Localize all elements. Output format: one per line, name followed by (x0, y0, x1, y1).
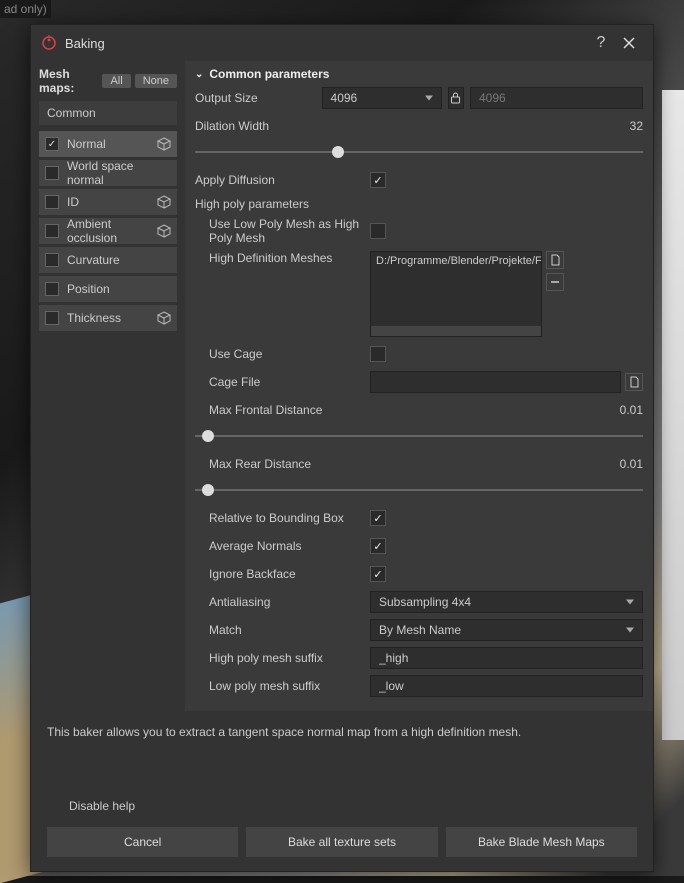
help-text: This baker allows you to extract a tange… (47, 725, 637, 739)
cage-file-browse-button[interactable] (625, 373, 643, 391)
lock-aspect-button[interactable] (448, 87, 464, 109)
label-hd-meshes: High Definition Meshes (195, 251, 370, 265)
max-frontal-value: 0.01 (603, 403, 643, 417)
label-output-size: Output Size (195, 91, 322, 105)
meshmaps-label: Mesh maps: (39, 67, 98, 95)
sidebar-item-label: World space normal (67, 159, 155, 187)
label-max-frontal: Max Frontal Distance (195, 403, 370, 417)
dilation-value: 32 (603, 119, 643, 133)
sidebar-item-checkbox[interactable] (45, 137, 59, 151)
sidebar-item-world-space-normal[interactable]: World space normal (39, 160, 177, 186)
cube-icon (155, 224, 171, 238)
slider-handle[interactable] (332, 146, 344, 158)
chevron-down-icon: ⌄ (195, 69, 203, 80)
output-size-y-input[interactable] (470, 87, 643, 109)
max-rear-slider[interactable] (195, 479, 643, 501)
dialog-titlebar: Baking ? (31, 25, 653, 61)
section-title: Common parameters (209, 67, 329, 81)
remove-file-button[interactable] (546, 273, 564, 291)
disable-help-link[interactable]: Disable help (69, 799, 637, 813)
label-avg-normals: Average Normals (195, 539, 370, 553)
chip-none[interactable]: None (135, 74, 177, 88)
sidebar-item-label: Curvature (67, 253, 155, 267)
label-antialiasing: Antialiasing (195, 595, 370, 609)
sidebar: Mesh maps: All None Common Normal World s… (31, 61, 185, 711)
sidebar-item-checkbox[interactable] (45, 311, 59, 325)
apply-diffusion-checkbox[interactable] (370, 172, 386, 188)
sidebar-item-label: Ambient occlusion (67, 217, 155, 245)
label-high-poly-params: High poly parameters (195, 197, 643, 211)
label-max-rear: Max Rear Distance (195, 457, 370, 471)
match-select[interactable]: By Mesh Name (370, 619, 643, 641)
avg-normals-checkbox[interactable] (370, 538, 386, 554)
dilation-slider[interactable] (195, 141, 643, 163)
label-match: Match (195, 623, 370, 637)
sidebar-item-label: Thickness (67, 311, 155, 325)
antialiasing-select[interactable]: Subsampling 4x4 (370, 591, 643, 613)
dialog-footer: This baker allows you to extract a tange… (31, 711, 653, 871)
label-dilation: Dilation Width (195, 119, 370, 133)
chip-all[interactable]: All (102, 74, 130, 88)
label-cage-file: Cage File (195, 375, 370, 389)
label-hp-suffix: High poly mesh suffix (195, 651, 370, 665)
parameters-panel: ⌄ Common parameters Output Size 4096 Dil… (185, 61, 653, 711)
label-use-low-as-high: Use Low Poly Mesh as High Poly Mesh (195, 217, 370, 245)
cube-icon (155, 195, 171, 209)
label-rel-bbox: Relative to Bounding Box (195, 511, 370, 525)
sidebar-item-id[interactable]: ID (39, 189, 177, 215)
window-titlebar-fragment: ad only) (0, 0, 51, 18)
label-lp-suffix: Low poly mesh suffix (195, 679, 370, 693)
lp-suffix-input[interactable] (370, 675, 643, 697)
cube-icon (155, 311, 171, 325)
slider-handle[interactable] (202, 430, 214, 442)
bake-all-button[interactable]: Bake all texture sets (246, 827, 437, 857)
use-cage-checkbox[interactable] (370, 346, 386, 362)
label-ignore-backface: Ignore Backface (195, 567, 370, 581)
sidebar-item-checkbox[interactable] (45, 195, 59, 209)
sidebar-item-checkbox[interactable] (45, 224, 59, 238)
sidebar-item-checkbox[interactable] (45, 282, 59, 296)
max-frontal-slider[interactable] (195, 425, 643, 447)
sidebar-item-normal[interactable]: Normal (39, 131, 177, 157)
section-common-parameters[interactable]: ⌄ Common parameters (195, 67, 643, 81)
dialog-title: Baking (65, 36, 587, 51)
sidebar-category[interactable]: Common (39, 101, 177, 125)
add-file-button[interactable] (546, 251, 564, 269)
ignore-backface-checkbox[interactable] (370, 566, 386, 582)
baking-dialog: Baking ? Mesh maps: All None Common Norm… (30, 24, 654, 872)
slider-handle[interactable] (202, 484, 214, 496)
rel-bbox-checkbox[interactable] (370, 510, 386, 526)
cube-icon (155, 137, 171, 151)
label-use-cage: Use Cage (195, 347, 370, 361)
sidebar-item-curvature[interactable]: Curvature (39, 247, 177, 273)
cage-file-input[interactable] (370, 371, 621, 393)
sidebar-item-checkbox[interactable] (45, 166, 59, 180)
bake-selected-button[interactable]: Bake Blade Mesh Maps (446, 827, 637, 857)
sidebar-item-label: Normal (67, 137, 155, 151)
sidebar-item-checkbox[interactable] (45, 253, 59, 267)
use-low-as-high-checkbox[interactable] (370, 223, 386, 239)
help-button[interactable]: ? (587, 29, 615, 57)
close-button[interactable] (615, 29, 643, 57)
sidebar-item-label: ID (67, 195, 155, 209)
hp-suffix-input[interactable] (370, 647, 643, 669)
baking-icon (41, 35, 57, 51)
sidebar-item-thickness[interactable]: Thickness (39, 305, 177, 331)
max-rear-value: 0.01 (603, 457, 643, 471)
sidebar-item-ambient-occlusion[interactable]: Ambient occlusion (39, 218, 177, 244)
hd-meshes-scrollbar[interactable] (371, 326, 541, 336)
output-size-select[interactable]: 4096 (322, 87, 442, 109)
hd-meshes-list[interactable]: D:/Programme/Blender/Projekte/Fer (370, 251, 542, 337)
cancel-button[interactable]: Cancel (47, 827, 238, 857)
sidebar-item-position[interactable]: Position (39, 276, 177, 302)
label-apply-diffusion: Apply Diffusion (195, 173, 370, 187)
sidebar-item-label: Position (67, 282, 155, 296)
